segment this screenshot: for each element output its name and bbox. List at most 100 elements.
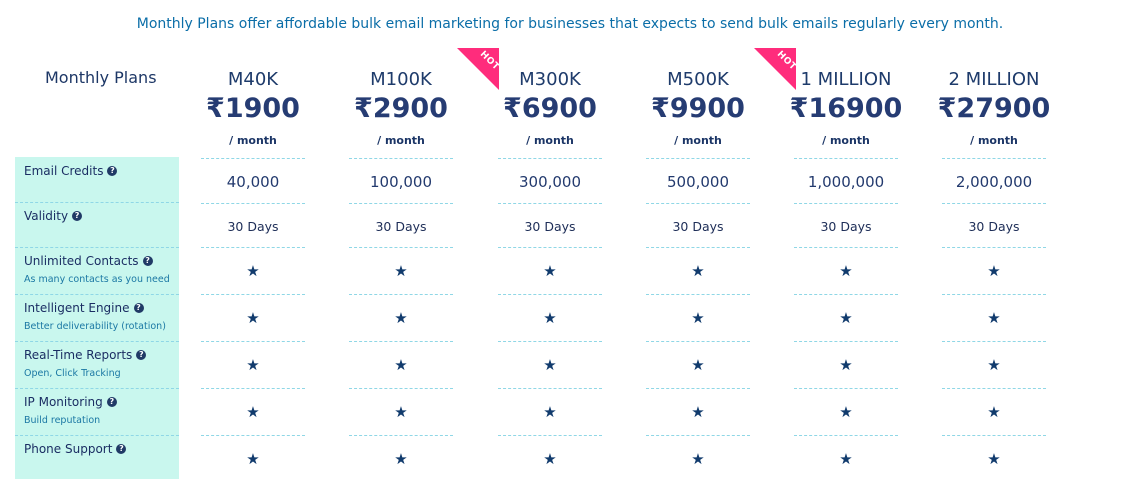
star-icon: ★ bbox=[839, 403, 853, 421]
star-icon: ★ bbox=[246, 450, 260, 468]
plan-period: / month bbox=[822, 134, 870, 147]
feature-real-time-reports: Real-Time Reports? Open, Click Tracking bbox=[24, 348, 184, 379]
question-circle-icon[interactable]: ? bbox=[142, 256, 153, 266]
star-icon: ★ bbox=[839, 309, 853, 327]
divider bbox=[794, 203, 898, 204]
star-icon: ★ bbox=[987, 403, 1001, 421]
plan-period: / month bbox=[674, 134, 722, 147]
divider bbox=[201, 247, 305, 248]
plan-name: 1 MILLION bbox=[800, 69, 892, 90]
plan-credits: 2,000,000 bbox=[955, 173, 1033, 191]
feature-subtext: Better deliverability (rotation) bbox=[24, 321, 166, 332]
plan-validity: 30 Days bbox=[672, 219, 724, 234]
side-title: Monthly Plans bbox=[45, 68, 157, 87]
divider bbox=[349, 203, 453, 204]
question-circle-icon[interactable]: ? bbox=[136, 350, 147, 360]
plan-price: ₹2900 bbox=[354, 93, 448, 124]
divider bbox=[646, 247, 750, 248]
star-icon: ★ bbox=[987, 309, 1001, 327]
divider bbox=[942, 435, 1046, 436]
star-icon: ★ bbox=[691, 262, 705, 280]
divider bbox=[498, 203, 602, 204]
divider bbox=[646, 158, 750, 159]
feature-name: Real-Time Reports bbox=[24, 348, 133, 362]
feature-phone-support: Phone Support? bbox=[24, 442, 184, 456]
question-circle-icon[interactable]: ? bbox=[72, 211, 83, 221]
feature-unlimited-contacts: Unlimited Contacts? As many contacts as … bbox=[24, 254, 184, 285]
question-circle-icon[interactable]: ? bbox=[116, 444, 127, 454]
divider bbox=[498, 158, 602, 159]
feature-email-credits: Email Credits? bbox=[24, 164, 184, 178]
star-icon: ★ bbox=[394, 356, 408, 374]
feature-subtext: Open, Click Tracking bbox=[24, 368, 121, 379]
star-icon: ★ bbox=[543, 262, 557, 280]
plan-price: ₹27900 bbox=[937, 93, 1051, 124]
plan-name: M40K bbox=[227, 69, 279, 90]
divider bbox=[942, 247, 1046, 248]
divider bbox=[794, 341, 898, 342]
divider bbox=[646, 294, 750, 295]
question-circle-icon[interactable]: ? bbox=[106, 397, 117, 407]
divider bbox=[15, 388, 179, 389]
divider bbox=[498, 435, 602, 436]
plan-price: ₹1900 bbox=[206, 93, 300, 124]
feature-name: Email Credits bbox=[24, 164, 104, 178]
plan-name: M500K bbox=[667, 69, 729, 90]
plan-period: / month bbox=[526, 134, 574, 147]
divider bbox=[942, 203, 1046, 204]
plan-validity: 30 Days bbox=[524, 219, 576, 234]
plan-m100k[interactable]: HOT M100K ₹2900 / month 100,000 30 Days … bbox=[327, 48, 499, 479]
star-icon: ★ bbox=[543, 450, 557, 468]
divider bbox=[201, 203, 305, 204]
plan-m40k[interactable]: M40K ₹1900 / month 40,000 30 Days ★ ★ ★ … bbox=[179, 69, 327, 479]
star-icon: ★ bbox=[543, 403, 557, 421]
star-icon: ★ bbox=[543, 356, 557, 374]
divider bbox=[794, 158, 898, 159]
plan-name: M300K bbox=[519, 69, 581, 90]
divider bbox=[498, 247, 602, 248]
divider bbox=[794, 388, 898, 389]
plan-period: / month bbox=[377, 134, 425, 147]
plan-m500k[interactable]: HOT M500K ₹9900 / month 500,000 30 Days … bbox=[624, 48, 796, 479]
plan-validity: 30 Days bbox=[968, 219, 1020, 234]
plan-price: ₹9900 bbox=[651, 93, 745, 124]
plan-validity: 30 Days bbox=[820, 219, 872, 234]
plan-m300k[interactable]: M300K ₹6900 / month 300,000 30 Days ★ ★ … bbox=[476, 69, 624, 479]
divider bbox=[201, 341, 305, 342]
divider bbox=[15, 247, 179, 248]
star-icon: ★ bbox=[987, 450, 1001, 468]
divider bbox=[15, 294, 179, 295]
divider bbox=[942, 158, 1046, 159]
star-icon: ★ bbox=[394, 309, 408, 327]
question-circle-icon[interactable]: ? bbox=[133, 303, 144, 313]
divider bbox=[794, 247, 898, 248]
divider bbox=[646, 203, 750, 204]
star-icon: ★ bbox=[839, 262, 853, 280]
plan-credits: 1,000,000 bbox=[807, 173, 885, 191]
plan-2-million[interactable]: 2 MILLION ₹27900 / month 2,000,000 30 Da… bbox=[920, 69, 1068, 479]
divider bbox=[349, 388, 453, 389]
star-icon: ★ bbox=[246, 356, 260, 374]
divider bbox=[498, 294, 602, 295]
star-icon: ★ bbox=[394, 403, 408, 421]
divider bbox=[646, 341, 750, 342]
divider bbox=[15, 435, 179, 436]
divider bbox=[942, 388, 1046, 389]
question-circle-icon[interactable]: ? bbox=[107, 166, 118, 176]
divider bbox=[15, 341, 179, 342]
divider bbox=[942, 341, 1046, 342]
divider bbox=[498, 341, 602, 342]
plan-1-million[interactable]: 1 MILLION ₹16900 / month 1,000,000 30 Da… bbox=[772, 69, 920, 479]
plan-period: / month bbox=[229, 134, 277, 147]
plan-credits: 40,000 bbox=[226, 173, 280, 191]
divider bbox=[349, 341, 453, 342]
star-icon: ★ bbox=[394, 262, 408, 280]
plan-credits: 100,000 bbox=[369, 173, 433, 191]
plan-validity: 30 Days bbox=[227, 219, 279, 234]
intro-text: Monthly Plans offer affordable bulk emai… bbox=[136, 16, 1004, 32]
feature-name: Unlimited Contacts bbox=[24, 254, 139, 268]
feature-name: Phone Support bbox=[24, 442, 113, 456]
star-icon: ★ bbox=[394, 450, 408, 468]
star-icon: ★ bbox=[691, 450, 705, 468]
star-icon: ★ bbox=[691, 356, 705, 374]
